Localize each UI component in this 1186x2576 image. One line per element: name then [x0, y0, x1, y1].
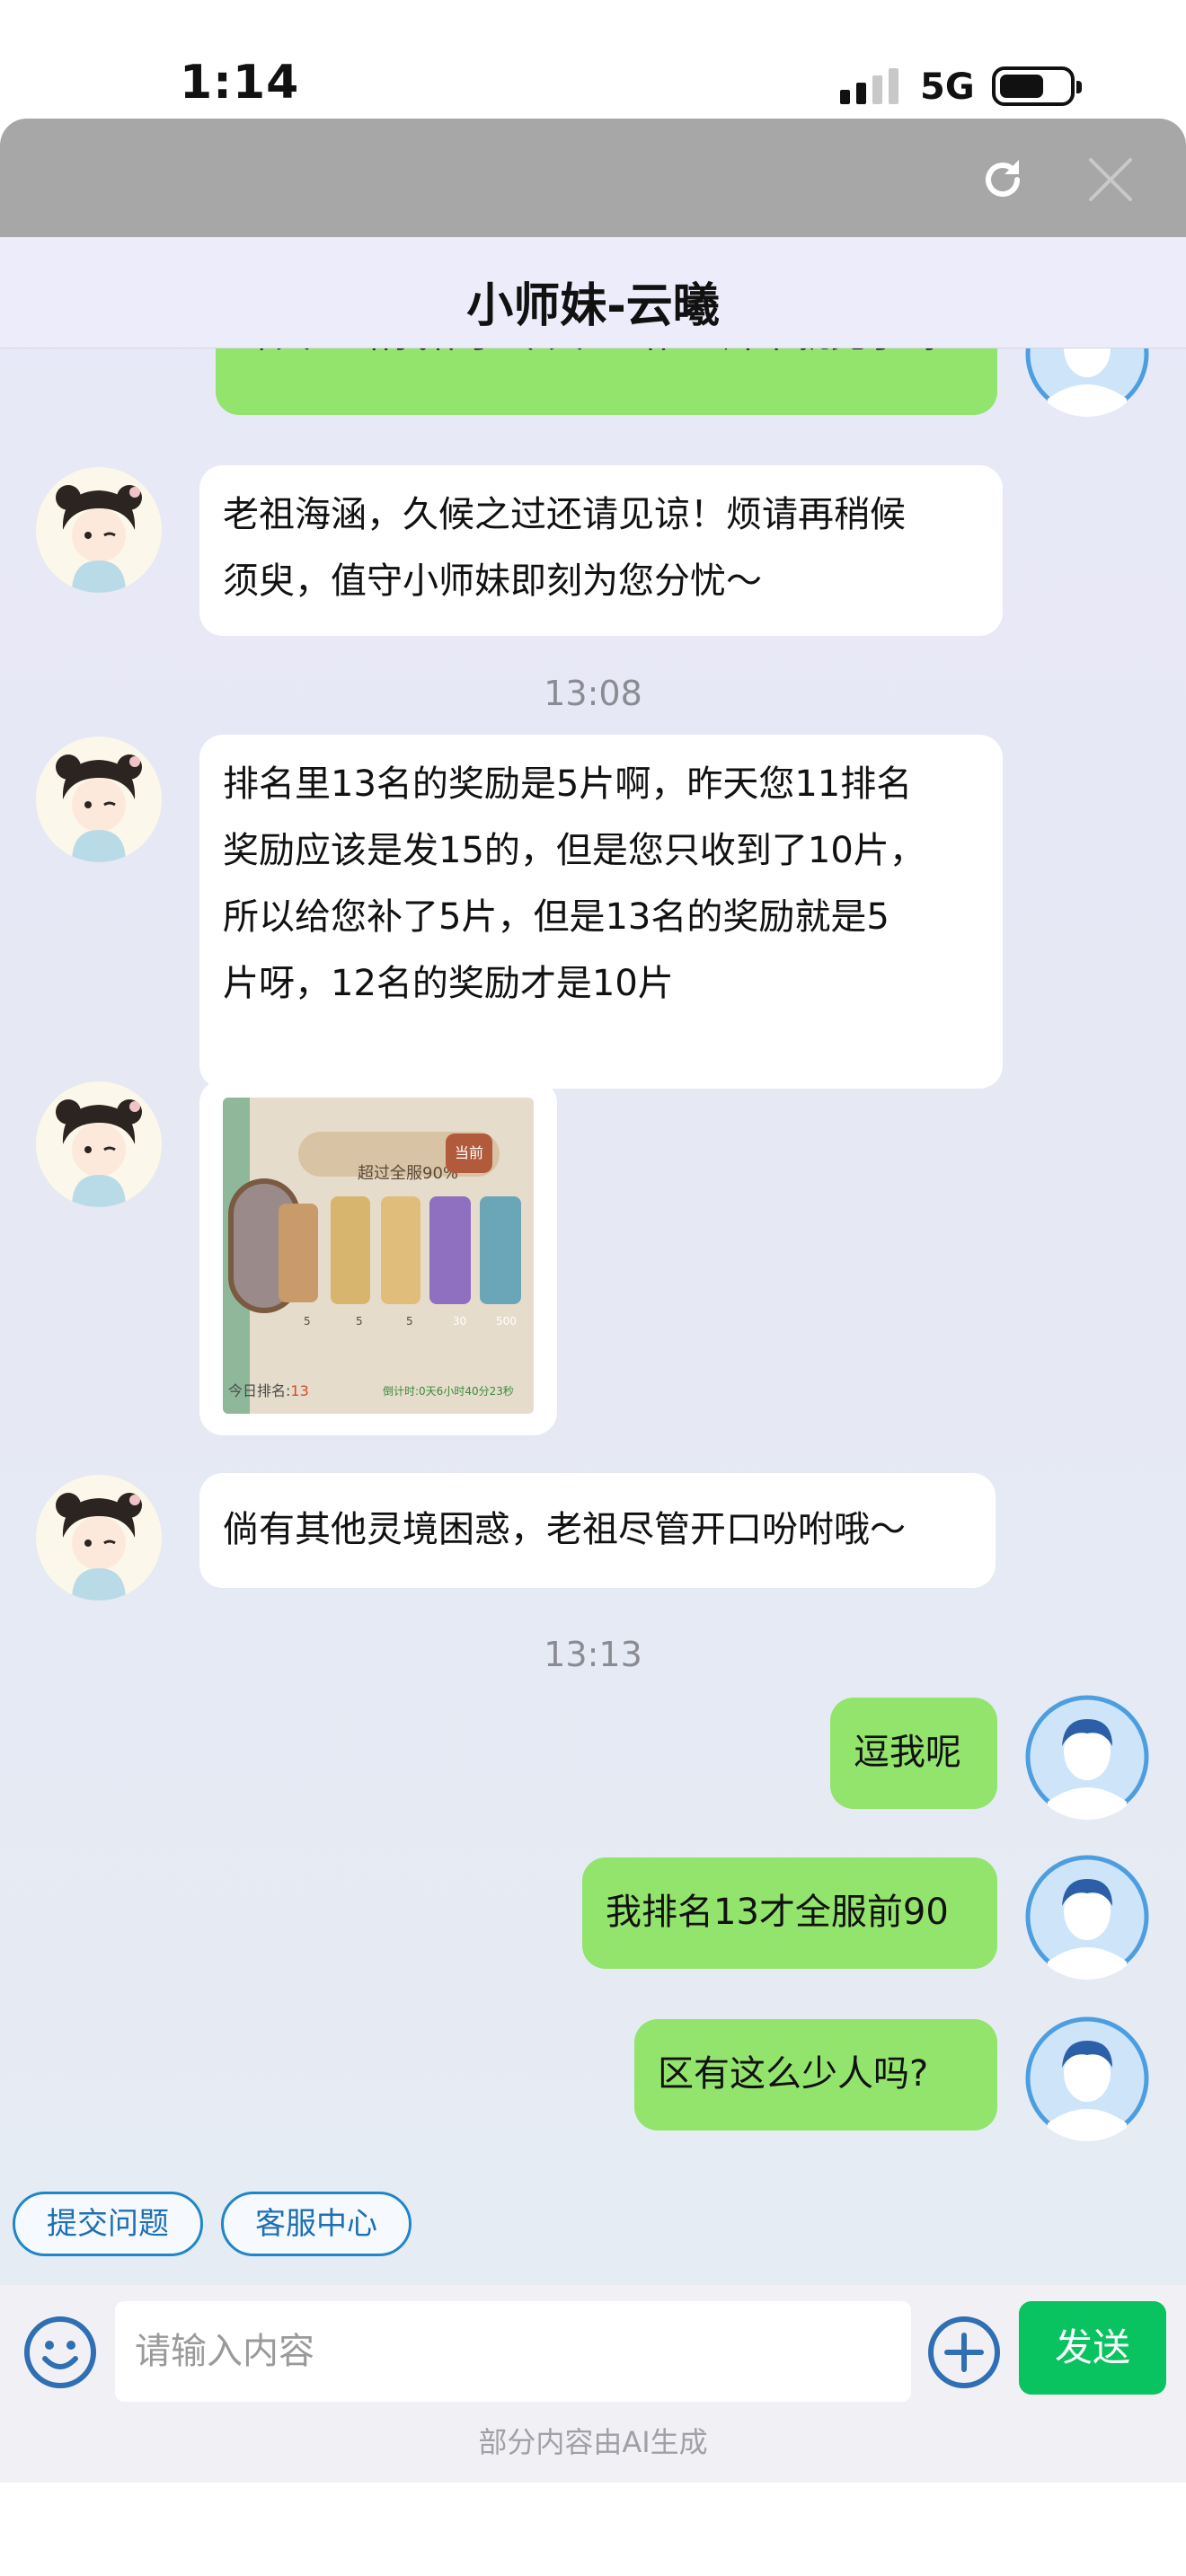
- close-icon[interactable]: [1085, 154, 1136, 205]
- agent-avatar: [36, 467, 162, 593]
- agent-message-line: 奖励应该是发15的，但是您只收到了10片，: [223, 830, 925, 871]
- timestamp: 13:13: [544, 1635, 642, 1674]
- chat-title-bar: 小师妹-云曦: [0, 237, 1186, 348]
- signal-icon: [840, 68, 899, 104]
- user-message-text: 我排名13才全服前90: [606, 1892, 949, 1933]
- agent-message-line: 排名里13名的奖励是5片啊，昨天您11排名: [223, 763, 913, 805]
- sheet-header: [0, 119, 1186, 237]
- user-message: 我排名13才全服前90: [582, 1857, 997, 1969]
- battery-icon: [992, 66, 1082, 106]
- current-badge: 当前: [446, 1134, 492, 1173]
- status-time: 1:14: [180, 56, 300, 110]
- agent-message: 老祖海涵，久候之过还请见谅！烦请再稍候 须臾，值守小师妹即刻为您分忧～: [199, 465, 1003, 636]
- plus-icon[interactable]: [927, 2316, 1001, 2389]
- item-count: 5: [406, 1315, 413, 1328]
- send-button[interactable]: 发送: [1019, 2301, 1166, 2395]
- item-count: 30: [453, 1315, 467, 1328]
- agent-message-line: 所以给您补了5片，但是13名的奖励就是5: [223, 896, 890, 938]
- message-input[interactable]: [115, 2301, 911, 2402]
- rank-label: 今日排名:13: [228, 1382, 309, 1399]
- reward-image[interactable]: 超过全服90% 当前 5 5 5 30 500 今日排名:13 倒计时:0天6小…: [223, 1098, 534, 1414]
- user-message-text: 区有这么少人吗?: [658, 2053, 929, 2095]
- user-avatar: [1024, 1854, 1150, 1980]
- reward-item-scroll: [381, 1196, 420, 1304]
- agent-avatar: [36, 1475, 162, 1601]
- agent-message-line: 须臾，值守小师妹即刻为您分忧～: [223, 560, 762, 602]
- user-avatar: [1024, 2016, 1150, 2141]
- agent-image-message[interactable]: 超过全服90% 当前 5 5 5 30 500 今日排名:13 倒计时:0天6小…: [199, 1080, 557, 1435]
- network-label: 5G: [920, 66, 975, 108]
- chat-area[interactable]: 小师妹-云曦 昨天11给我补了 今天13 补10片不就完了吗 老祖海涵，久候之过…: [0, 237, 1186, 2285]
- reward-item-key: [331, 1196, 370, 1304]
- reward-item-chest: [279, 1204, 318, 1302]
- user-message: 逗我呢: [830, 1698, 997, 1809]
- customer-service-center-button[interactable]: 客服中心: [221, 2192, 412, 2256]
- chat-title: 小师妹-云曦: [466, 279, 720, 333]
- user-message: 区有这么少人吗?: [634, 2019, 997, 2130]
- item-count: 500: [496, 1315, 517, 1328]
- agent-avatar: [36, 1081, 162, 1207]
- countdown-text: 倒计时:0天6小时40分23秒: [383, 1385, 514, 1398]
- submit-question-button[interactable]: 提交问题: [13, 2192, 203, 2256]
- agent-message-line: 老祖海涵，久候之过还请见谅！烦请再稍候: [223, 494, 906, 535]
- agent-message: 排名里13名的奖励是5片啊，昨天您11排名 奖励应该是发15的，但是您只收到了1…: [199, 735, 1003, 1089]
- agent-message-line: 倘有其他灵境困惑，老祖尽管开口吩咐哦～: [223, 1509, 906, 1550]
- refresh-icon[interactable]: [978, 154, 1028, 205]
- timestamp: 13:08: [544, 674, 642, 713]
- agent-message: 倘有其他灵境困惑，老祖尽管开口吩咐哦～: [199, 1473, 996, 1588]
- user-avatar: [1024, 1694, 1150, 1820]
- status-bar: 1:14 5G: [0, 0, 1186, 119]
- item-count: 5: [304, 1315, 311, 1328]
- agent-message-line: 片呀，12名的奖励才是10片: [223, 963, 674, 1004]
- user-message-text: 逗我呢: [854, 1732, 961, 1773]
- ai-generated-note: 部分内容由AI生成: [478, 2425, 708, 2459]
- agent-avatar: [36, 737, 162, 862]
- input-bar: 发送 部分内容由AI生成: [0, 2285, 1186, 2483]
- emoji-icon[interactable]: [23, 2316, 97, 2389]
- item-count: 5: [356, 1315, 363, 1328]
